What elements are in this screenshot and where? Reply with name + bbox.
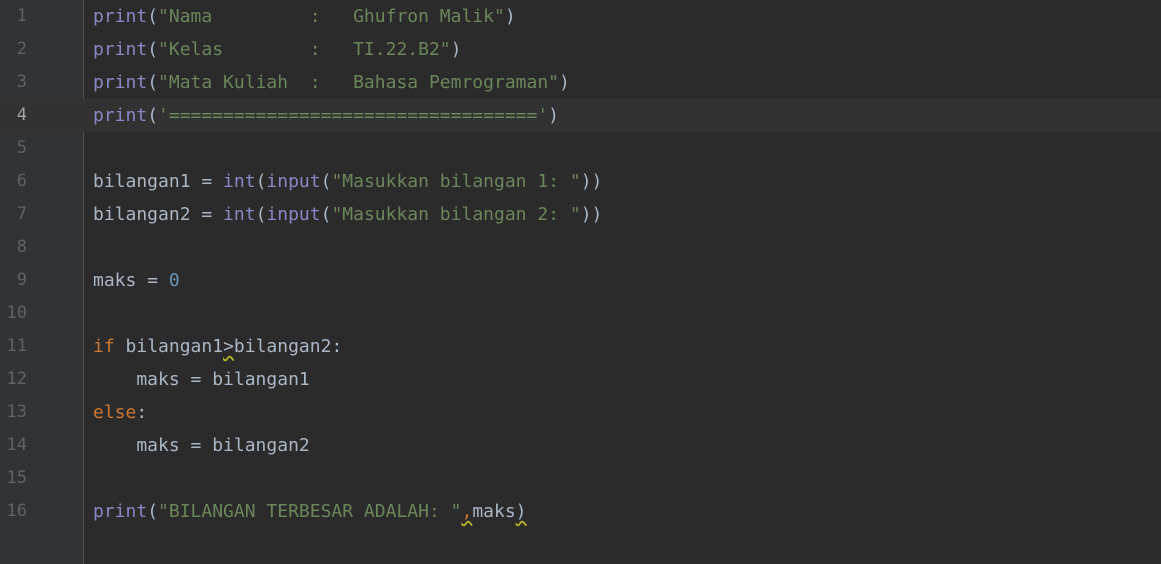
line-number: 11 — [6, 336, 27, 356]
code-token: "BILANGAN TERBESAR ADALAH: " — [158, 501, 462, 522]
code-token: ( — [147, 501, 159, 522]
line-number: 7 — [16, 204, 27, 224]
code-token: 0 — [168, 270, 180, 291]
code-line[interactable]: 12 maks = bilangan1 — [0, 363, 1161, 396]
code-token: , — [461, 501, 473, 522]
code-token: bilangan1 = — [93, 171, 224, 192]
line-number: 15 — [6, 468, 27, 488]
code-token: ( — [255, 171, 267, 192]
code-token: bilangan2 = — [93, 204, 224, 225]
code-token: int — [223, 204, 256, 225]
line-number: 14 — [6, 435, 27, 455]
line-number: 2 — [16, 39, 27, 59]
line-number: 10 — [6, 303, 27, 323]
line-code: else: — [93, 396, 147, 429]
code-line[interactable]: 11 if bilangan1>bilangan2: — [0, 330, 1161, 363]
code-token: "Nama : Ghufron Malik" — [158, 6, 505, 27]
line-number: 9 — [16, 270, 27, 290]
code-token: maks = bilangan2 — [93, 435, 310, 456]
code-token: ) — [548, 105, 560, 126]
code-token: ( — [255, 204, 267, 225]
code-line[interactable]: 13 else: — [0, 396, 1161, 429]
code-token: )) — [580, 171, 603, 192]
code-token: ( — [320, 204, 332, 225]
code-token: print — [93, 72, 148, 93]
code-token: maks — [472, 501, 516, 522]
code-token: if — [93, 336, 115, 357]
code-token: '==================================' — [158, 105, 549, 126]
code-token: print — [93, 501, 148, 522]
code-line[interactable]: 16 print("BILANGAN TERBESAR ADALAH: ",mak… — [0, 495, 1161, 528]
line-code: bilangan2 = int(input("Masukkan bilangan… — [93, 198, 602, 231]
line-number: 6 — [16, 171, 27, 191]
code-token: ) — [559, 72, 570, 93]
code-token: input — [266, 204, 321, 225]
code-token: input — [266, 171, 321, 192]
code-line[interactable]: 8 — [0, 231, 1161, 264]
code-editor[interactable]: 1 print("Nama : Ghufron Malik") 2 print("Ke… — [0, 0, 1161, 564]
code-token: : — [136, 402, 148, 423]
code-line[interactable]: 9 maks = 0 — [0, 264, 1161, 297]
code-line[interactable]: 6 bilangan1 = int(input("Masukkan bilanga… — [0, 165, 1161, 198]
line-code: maks = bilangan2 — [93, 429, 310, 462]
code-line[interactable]: 5 — [0, 132, 1161, 165]
code-line[interactable]: 1 print("Nama : Ghufron Malik") — [0, 0, 1161, 33]
line-number: 4 — [16, 105, 27, 125]
line-code: print("BILANGAN TERBESAR ADALAH: ",maks) — [93, 495, 527, 528]
line-number: 8 — [16, 237, 27, 257]
code-line[interactable]: 4 print('================================… — [0, 99, 1161, 132]
code-token: ( — [147, 105, 159, 126]
code-token: ( — [147, 6, 159, 27]
line-number: 16 — [6, 501, 27, 521]
code-token: )) — [580, 204, 603, 225]
code-line[interactable]: 10 — [0, 297, 1161, 330]
code-token: maks = bilangan1 — [93, 369, 310, 390]
code-token: bilangan1 — [114, 336, 224, 357]
line-code: print("Nama : Ghufron Malik") — [93, 0, 516, 33]
code-token: print — [93, 39, 148, 60]
code-token: "Mata Kuliah : Bahasa Pemrograman" — [158, 72, 559, 93]
line-number: 12 — [6, 369, 27, 389]
code-token: ) — [515, 501, 527, 522]
code-token: "Masukkan bilangan 2: " — [331, 204, 581, 225]
code-line[interactable]: 2 print("Kelas : TI.22.B2") — [0, 33, 1161, 66]
code-line[interactable]: 3 print("Mata Kuliah : Bahasa Pemrograman… — [0, 66, 1161, 99]
code-token: "Kelas : TI.22.B2" — [158, 39, 451, 60]
line-number: 5 — [16, 138, 27, 158]
line-code: print("Mata Kuliah : Bahasa Pemrograman"… — [93, 66, 570, 99]
code-line[interactable]: 15 — [0, 462, 1161, 495]
code-token: else — [93, 402, 137, 423]
line-number: 1 — [16, 6, 27, 26]
code-token: ( — [320, 171, 332, 192]
line-code: if bilangan1>bilangan2: — [93, 330, 342, 363]
code-token: maks = — [93, 270, 169, 291]
code-token: ) — [450, 39, 462, 60]
code-token: bilangan2: — [233, 336, 343, 357]
code-token: print — [93, 6, 148, 27]
line-number: 3 — [16, 72, 27, 92]
code-token: ( — [147, 39, 159, 60]
code-token: int — [223, 171, 256, 192]
line-code: bilangan1 = int(input("Masukkan bilangan… — [93, 165, 602, 198]
line-code: maks = 0 — [93, 264, 180, 297]
line-code: print('=================================… — [93, 99, 559, 132]
code-token: print — [93, 105, 148, 126]
code-line[interactable]: 14 maks = bilangan2 — [0, 429, 1161, 462]
code-token: ) — [504, 6, 516, 27]
line-number: 13 — [6, 402, 27, 422]
code-line[interactable]: 7 bilangan2 = int(input("Masukkan bilanga… — [0, 198, 1161, 231]
code-token: > — [223, 336, 234, 357]
line-code: maks = bilangan1 — [93, 363, 310, 396]
line-code: print("Kelas : TI.22.B2") — [93, 33, 461, 66]
code-token: "Masukkan bilangan 1: " — [331, 171, 581, 192]
code-token: ( — [147, 72, 159, 93]
